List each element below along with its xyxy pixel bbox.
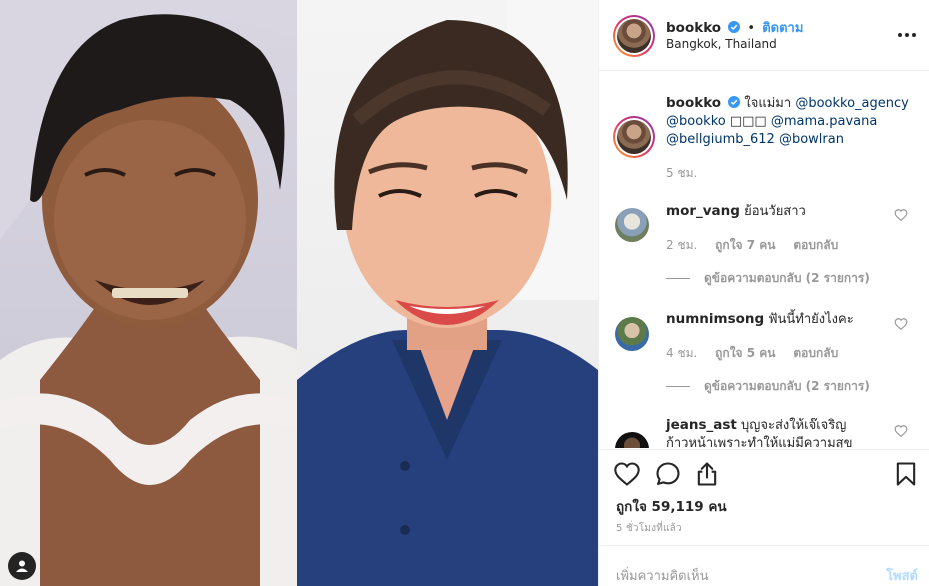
view-replies-label: ดูข้อความตอบกลับ (2 รายการ) — [704, 379, 870, 393]
view-replies-button[interactable]: ดูข้อความตอบกลับ (2 รายการ) — [666, 269, 870, 288]
mention-link[interactable]: @bellgiumb_612 — [666, 132, 775, 147]
comment-likes[interactable]: ถูกใจ 5 คน — [715, 346, 775, 360]
verified-badge-icon — [728, 21, 741, 33]
mention-link[interactable]: @bookko_agency — [795, 96, 909, 111]
comment-input[interactable]: เพิ่มความคิดเห็น — [616, 565, 709, 586]
view-replies-button[interactable]: ดูข้อความตอบกลับ (2 รายการ) — [666, 377, 870, 396]
verified-badge-icon — [728, 96, 741, 108]
after-photo-panel — [297, 0, 598, 586]
caption-avatar[interactable] — [613, 116, 655, 158]
comment-username[interactable]: numnimsong — [666, 311, 764, 327]
comment-body: บุญจะส่งให้เจ๊เจริญ — [741, 418, 847, 433]
separator: • — [747, 21, 756, 36]
mention-link[interactable]: @mama.pavana — [771, 114, 877, 129]
commenter-avatar[interactable] — [615, 432, 649, 448]
post-actions: ถูกใจ 59,119 คน 5 ชั่วโมงที่แล้ว — [599, 449, 929, 545]
comment-heart-icon[interactable] — [894, 317, 908, 331]
share-icon[interactable] — [693, 460, 721, 488]
caption-body: ใจแม่มา — [744, 96, 792, 111]
comment-text: jeans_ast บุญจะส่งให้เจ๊เจริญ ก้าวหน้าเพ… — [666, 416, 896, 448]
comments-list[interactable]: bookko ใจแม่มา @bookko_agency @bookko □□… — [599, 72, 929, 448]
add-comment-bar: เพิ่มความคิดเห็น โพสต์ — [599, 545, 929, 586]
commenter-avatar[interactable] — [615, 208, 649, 242]
follow-button[interactable]: ติดตาม — [762, 21, 803, 36]
commenter-avatar[interactable] — [615, 317, 649, 351]
reply-button[interactable]: ตอบกลับ — [793, 238, 838, 252]
view-replies-label: ดูข้อความตอบกลับ (2 รายการ) — [704, 271, 870, 285]
heart-icon[interactable] — [613, 460, 641, 488]
replies-divider — [666, 278, 690, 279]
comment-meta: 4 ชม. ถูกใจ 5 คน ตอบกลับ — [666, 344, 852, 363]
comment-likes[interactable]: ถูกใจ 7 คน — [715, 238, 775, 252]
after-portrait — [297, 0, 598, 586]
mention-link[interactable]: @bookko — [666, 114, 726, 129]
comment-body: ฟันนี้ทำยังไงคะ — [768, 312, 854, 327]
post-sidebar: bookko • ติดตาม Bangkok, Thailand bookko — [598, 0, 929, 586]
mention-link[interactable]: @bowlran — [779, 132, 844, 147]
caption-symbols: □□□ — [729, 114, 767, 129]
caption-username[interactable]: bookko — [666, 95, 721, 111]
caption-text: bookko ใจแม่มา @bookko_agency @bookko □□… — [666, 94, 916, 149]
author-username[interactable]: bookko — [666, 20, 721, 36]
comment-meta: 2 ชม. ถูกใจ 7 คน ตอบกลับ — [666, 236, 852, 255]
bookmark-icon[interactable] — [892, 460, 920, 488]
post-timestamp: 5 ชั่วโมงที่แล้ว — [616, 523, 682, 534]
comment-body: ย้อนวัยสาว — [744, 204, 806, 219]
reply-button[interactable]: ตอบกลับ — [793, 346, 838, 360]
post-comment-button[interactable]: โพสต์ — [886, 565, 918, 586]
before-portrait — [0, 0, 297, 586]
user-tag-icon — [16, 560, 28, 572]
comment-time: 2 ชม. — [666, 238, 698, 252]
post-header: bookko • ติดตาม Bangkok, Thailand — [599, 0, 929, 71]
comment-username[interactable]: mor_vang — [666, 203, 740, 219]
caption-time: 5 ชม. — [666, 166, 698, 180]
comment-username[interactable]: jeans_ast — [666, 417, 737, 433]
comment-text: mor_vang ย้อนวัยสาว — [666, 202, 896, 221]
before-photo-panel — [0, 0, 297, 586]
author-avatar[interactable] — [613, 15, 655, 57]
comment-heart-icon[interactable] — [894, 208, 908, 222]
author-line: bookko • ติดตาม — [666, 17, 803, 38]
more-options-icon[interactable] — [896, 24, 918, 46]
replies-divider — [666, 386, 690, 387]
comment-icon[interactable] — [654, 460, 682, 488]
user-tag-button[interactable] — [8, 552, 36, 580]
post-photo[interactable] — [0, 0, 598, 586]
comment-time: 4 ชม. — [666, 346, 698, 360]
likes-count[interactable]: ถูกใจ 59,119 คน — [616, 495, 727, 517]
comment-text: numnimsong ฟันนี้ทำยังไงคะ — [666, 310, 896, 329]
comment-body-cont: ก้าวหน้าเพราะทำให้แม่มีความสุข — [666, 436, 853, 448]
location-link[interactable]: Bangkok, Thailand — [666, 37, 777, 51]
comment-heart-icon[interactable] — [894, 424, 908, 438]
